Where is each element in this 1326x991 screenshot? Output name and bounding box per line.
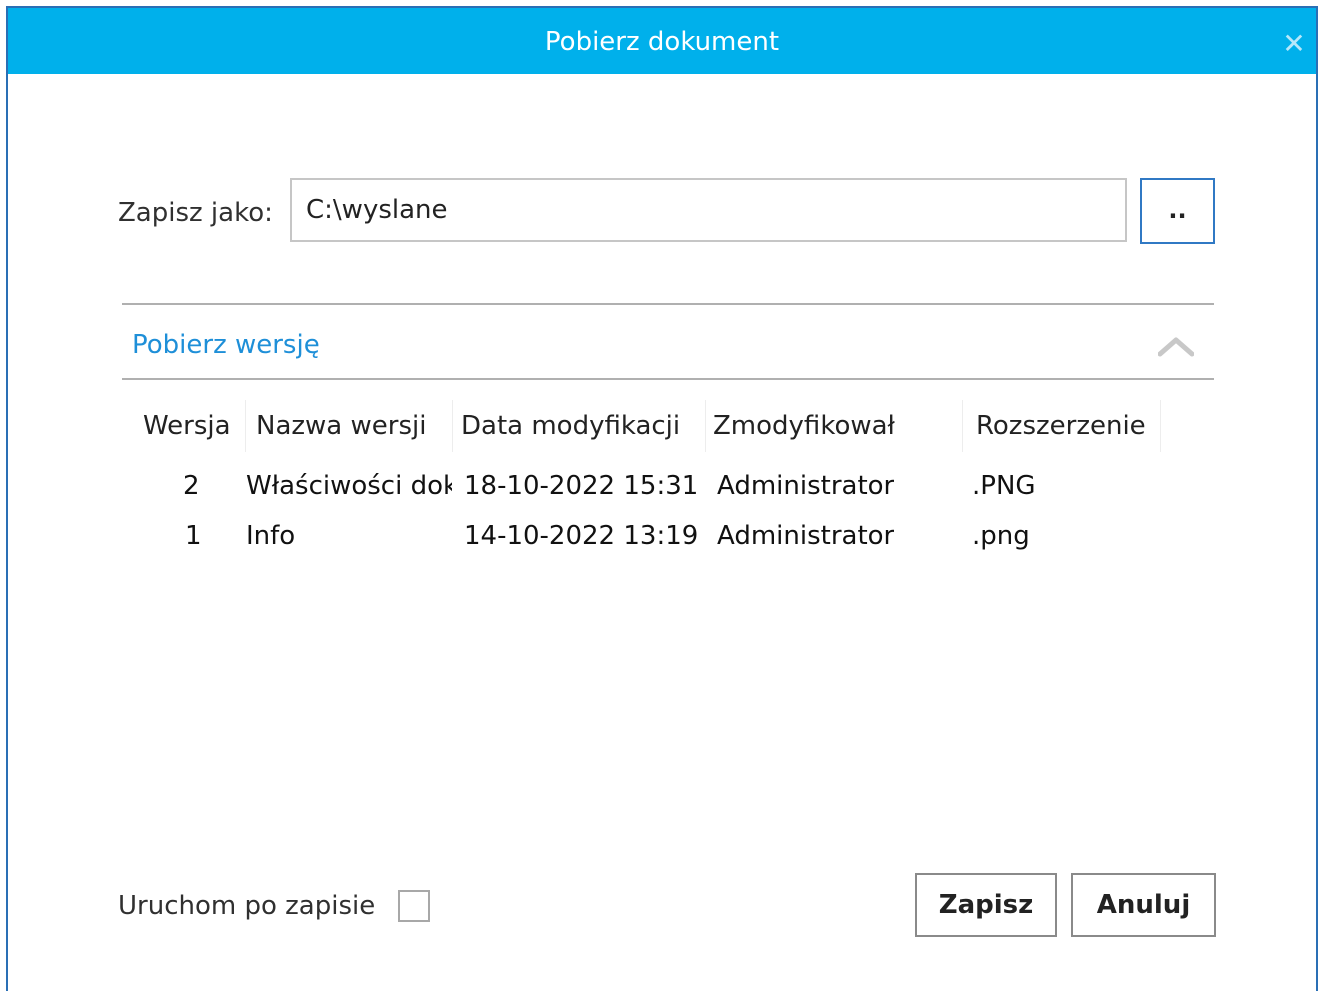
save-path-input[interactable] xyxy=(290,178,1127,242)
modification-date: 18-10-2022 15:31 xyxy=(464,471,699,501)
column-separator[interactable] xyxy=(705,400,706,452)
browse-button[interactable]: .. xyxy=(1140,178,1215,244)
modification-date: 14-10-2022 13:19 xyxy=(464,521,699,551)
column-separator[interactable] xyxy=(962,400,963,452)
extension: .png xyxy=(972,521,1030,551)
section-bottom-divider xyxy=(122,378,1214,380)
versions-section-title[interactable]: Pobierz wersję xyxy=(132,329,320,361)
title-bar: Pobierz dokument ✕ xyxy=(8,8,1316,74)
run-after-save-checkbox[interactable] xyxy=(398,890,430,922)
cancel-button[interactable]: Anuluj xyxy=(1071,873,1216,937)
extension: .PNG xyxy=(972,471,1036,501)
column-separator[interactable] xyxy=(245,400,246,452)
column-header-name[interactable]: Nazwa wersji xyxy=(256,408,426,444)
dialog-title: Pobierz dokument xyxy=(544,27,780,57)
close-icon[interactable]: ✕ xyxy=(1280,30,1308,58)
run-after-save-label: Uruchom po zapisie xyxy=(118,891,376,921)
modified-by: Administrator xyxy=(717,471,895,501)
section-top-divider xyxy=(122,303,1214,305)
version-number: 1 xyxy=(185,521,202,551)
version-name: Właściwości dok xyxy=(246,471,452,501)
column-header-modified-by[interactable]: Zmodyfikował xyxy=(713,408,895,444)
download-document-dialog: Pobierz dokument ✕ Zapisz jako: .. Pobie… xyxy=(6,6,1318,991)
column-header-date[interactable]: Data modyfikacji xyxy=(461,408,680,444)
column-separator[interactable] xyxy=(452,400,453,452)
save-button[interactable]: Zapisz xyxy=(915,873,1057,937)
save-as-label: Zapisz jako: xyxy=(118,198,273,228)
column-header-version[interactable]: Wersja xyxy=(143,408,231,444)
column-header-extension[interactable]: Rozszerzenie xyxy=(976,408,1146,444)
version-number: 2 xyxy=(183,471,200,501)
modified-by: Administrator xyxy=(717,521,895,551)
column-separator[interactable] xyxy=(1160,400,1161,452)
version-name: Info xyxy=(246,521,296,551)
chevron-up-icon[interactable] xyxy=(1158,334,1194,358)
